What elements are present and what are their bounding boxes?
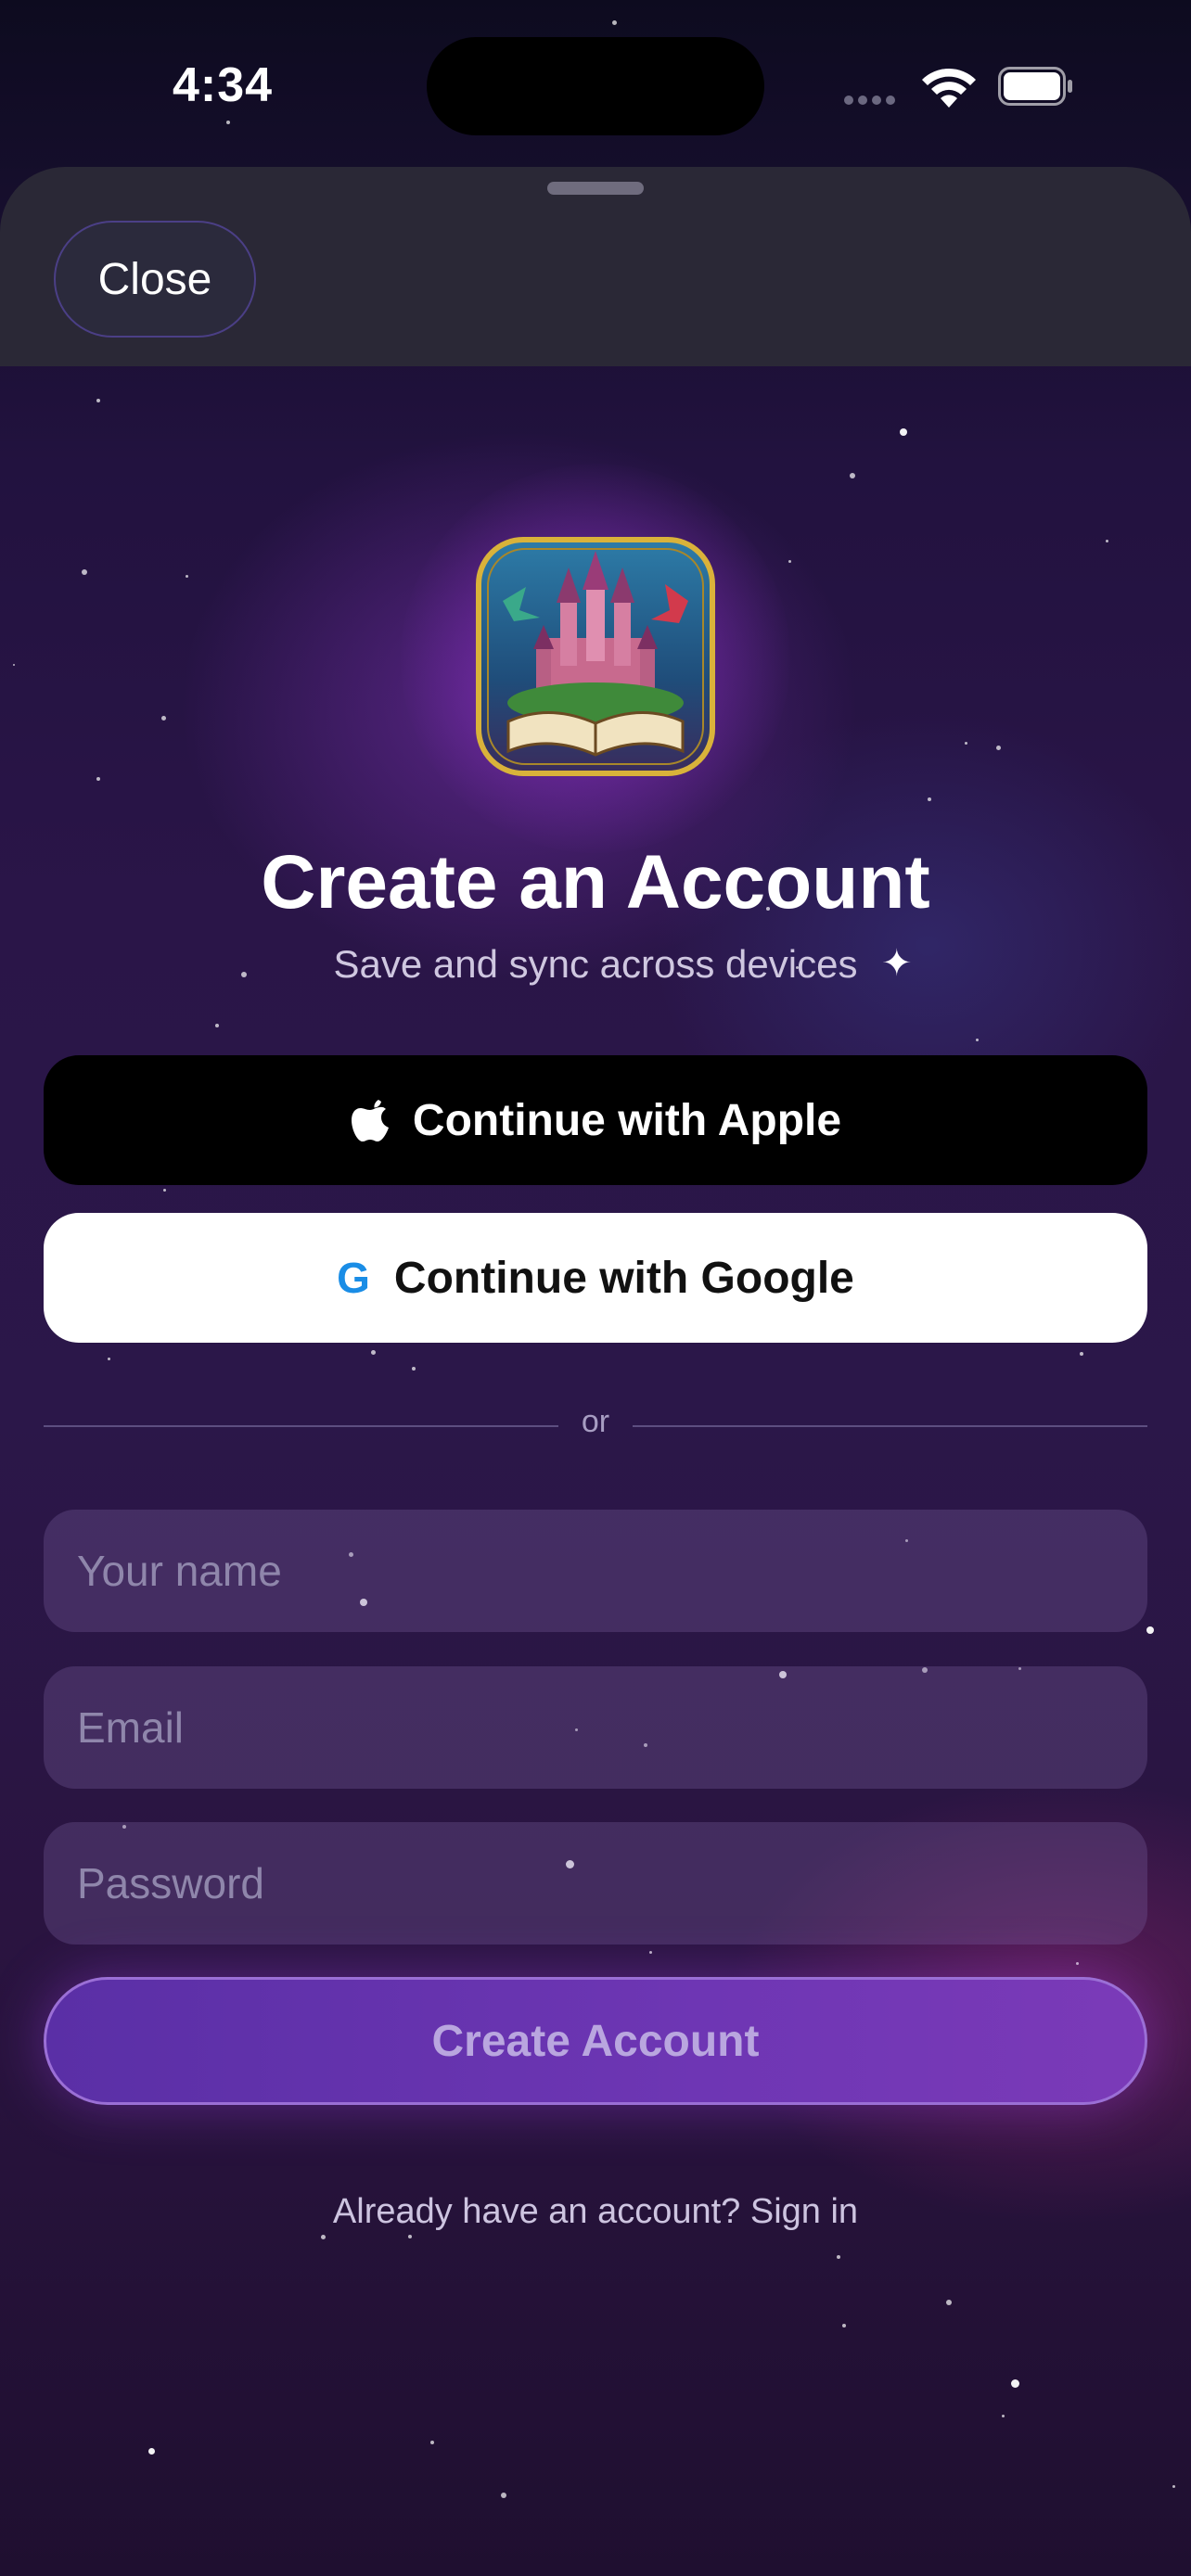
star (1002, 2415, 1005, 2417)
star (850, 473, 855, 478)
divider-line-right (633, 1425, 1147, 1427)
star (96, 399, 100, 402)
star (108, 1358, 110, 1360)
continue-with-apple-button[interactable]: Continue with Apple (44, 1055, 1147, 1185)
dynamic-island (427, 37, 764, 135)
star (976, 1039, 979, 1041)
divider-label: or (581, 1404, 610, 1439)
star (215, 1024, 219, 1027)
star (161, 716, 166, 721)
email-field[interactable] (44, 1666, 1147, 1789)
password-field[interactable] (44, 1822, 1147, 1945)
star (788, 560, 791, 563)
continue-with-google-button[interactable]: G Continue with Google (44, 1213, 1147, 1343)
star (501, 2493, 506, 2498)
star (82, 569, 87, 575)
name-field[interactable] (44, 1510, 1147, 1632)
star (430, 2441, 434, 2444)
star (842, 2324, 846, 2327)
star (412, 1367, 416, 1371)
star (226, 121, 230, 124)
star (1011, 2379, 1019, 2388)
star (1172, 2485, 1175, 2488)
star (1106, 540, 1108, 542)
star (996, 746, 1001, 750)
status-time: 4:34 (173, 58, 274, 112)
sheet-grabber[interactable] (547, 182, 644, 195)
sparkle-icon: ✦ (881, 943, 913, 984)
star (13, 664, 15, 666)
star (649, 1951, 652, 1954)
star (163, 1189, 166, 1192)
star (321, 2235, 326, 2239)
star (148, 2448, 155, 2455)
star (1076, 1962, 1079, 1965)
google-icon: G (337, 1254, 370, 1302)
star (612, 20, 617, 25)
star (965, 742, 967, 745)
apple-button-label: Continue with Apple (412, 1095, 842, 1145)
signup-screen: 4:34 Close Create an Account Save and sy… (0, 0, 1191, 2576)
star (186, 575, 188, 578)
star (928, 797, 931, 801)
star (408, 2235, 412, 2238)
star (1080, 1352, 1083, 1356)
star (96, 777, 100, 781)
star (900, 428, 907, 436)
signal-icon (844, 93, 900, 109)
create-account-button[interactable]: Create Account (44, 1977, 1147, 2105)
close-button[interactable]: Close (54, 221, 256, 338)
divider-line-left (44, 1425, 558, 1427)
google-button-label: Continue with Google (393, 1253, 854, 1303)
star (946, 2300, 952, 2305)
page-subtitle: Save and sync across devices (333, 942, 858, 986)
star (837, 2255, 840, 2259)
wifi-icon (922, 68, 976, 108)
sign-in-link[interactable]: Already have an account? Sign in (0, 2192, 1191, 2232)
star (371, 1350, 376, 1355)
book-lab-logo (476, 537, 715, 776)
battery-icon (998, 67, 1072, 106)
apple-icon (351, 1100, 389, 1141)
star (1146, 1626, 1154, 1634)
page-title: Create an Account (261, 840, 930, 925)
